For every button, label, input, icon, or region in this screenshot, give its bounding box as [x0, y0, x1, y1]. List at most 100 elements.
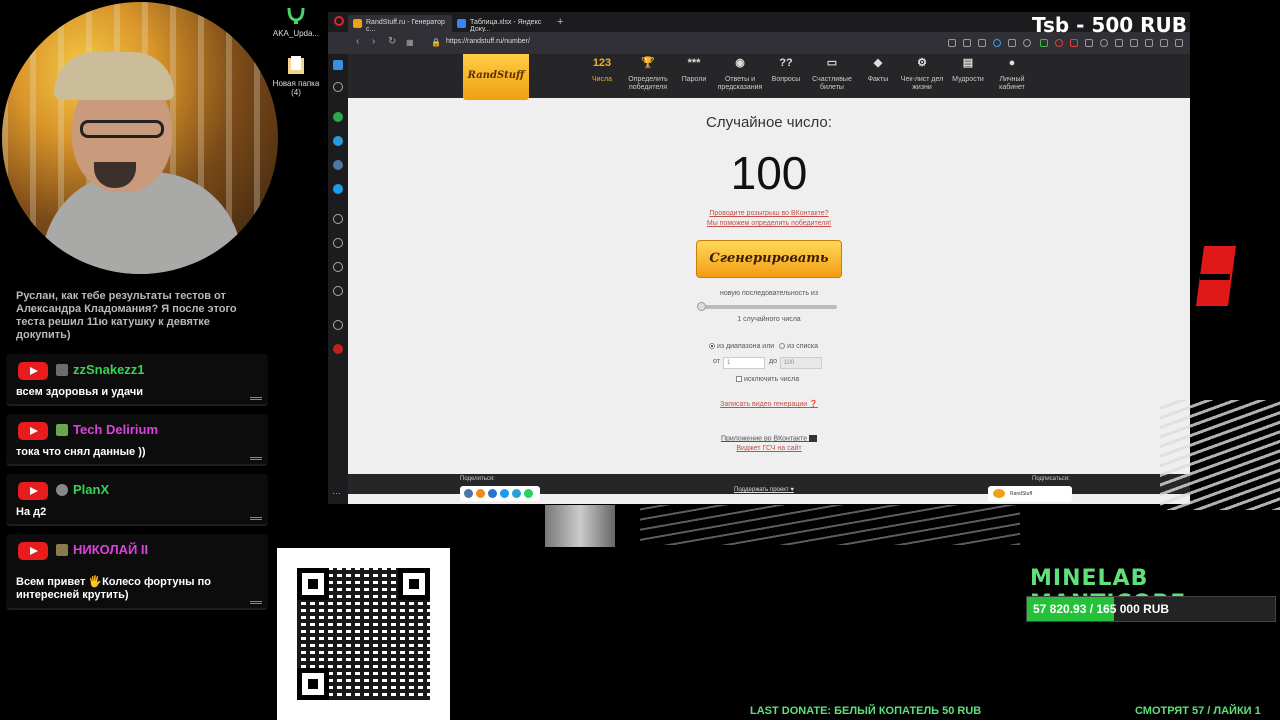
goal-text: 57 820.93 / 165 000 RUB: [1033, 602, 1170, 616]
extension-icon[interactable]: [1145, 39, 1153, 47]
radio-range[interactable]: [709, 343, 715, 350]
whatsapp-share-icon[interactable]: [524, 489, 533, 498]
extension-icon[interactable]: [1055, 39, 1063, 47]
count-slider[interactable]: [697, 302, 837, 311]
nav-tickets[interactable]: ▭ Счастливые билеты: [806, 58, 858, 92]
help-icon[interactable]: ❓: [809, 401, 818, 408]
home-icon[interactable]: [333, 60, 343, 70]
bookmark-icon[interactable]: [333, 82, 343, 92]
subscribe-button[interactable]: RandStuff: [988, 486, 1072, 502]
vk-icon: [809, 435, 818, 442]
telegram-icon[interactable]: [333, 136, 343, 146]
yandex-docs-favicon-icon: [457, 19, 466, 28]
menu-icon[interactable]: [1175, 39, 1183, 47]
youtube-icon: [18, 362, 48, 380]
nav-questions[interactable]: ?? Вопросы: [760, 58, 812, 84]
card-corner-icon: [250, 457, 262, 460]
nav-account[interactable]: ● Личный кабинет: [986, 58, 1038, 92]
nav-winner[interactable]: 🏆 Определить победителя: [622, 58, 674, 92]
extension-icon[interactable]: [1040, 39, 1048, 47]
desktop-icon-app[interactable]: AKA_Upda...: [271, 4, 321, 38]
qr-finder: [297, 668, 329, 700]
twitter-share-icon[interactable]: [500, 489, 509, 498]
opera-icon[interactable]: [333, 344, 343, 354]
chat-author: PlanX: [73, 482, 110, 497]
vpn-icon[interactable]: [993, 39, 1001, 47]
promo-link[interactable]: Проводите розыгрыш во ВКонтакте?: [348, 210, 1190, 217]
tab-table[interactable]: Таблица.xlsx - Яндекс Доку...: [452, 15, 554, 33]
desktop-icon-folder[interactable]: Новая папка (4): [271, 54, 321, 97]
nav-checklist[interactable]: ⚙ Чек-лист дел жизни: [896, 58, 948, 92]
extension-icon[interactable]: [1115, 39, 1123, 47]
extension-icon[interactable]: [1070, 39, 1078, 47]
youtube-icon: [18, 422, 48, 440]
share-label: Поделиться:: [460, 476, 495, 482]
decor-metal: [545, 505, 615, 547]
reload-icon[interactable]: ↻: [388, 36, 396, 47]
sequence-label: новую последовательность из: [719, 290, 819, 297]
nav-numbers[interactable]: 123 Числа: [576, 58, 628, 84]
record-icon[interactable]: [333, 214, 343, 224]
tabs-grid-icon[interactable]: ▦: [406, 38, 414, 47]
radio-list[interactable]: [779, 343, 786, 350]
youtube-icon: [18, 542, 48, 560]
widget-link[interactable]: Виджет ГСЧ на сайт: [348, 445, 1190, 452]
twitter-icon[interactable]: [333, 184, 343, 194]
heart-icon[interactable]: [1023, 39, 1031, 47]
ok-share-icon[interactable]: [476, 489, 485, 498]
chat-previous-message: Руслан, как тебе результаты тестов от Ал…: [16, 290, 237, 341]
nav-label: Чек-лист дел жизни: [900, 76, 944, 91]
send-icon[interactable]: [333, 238, 343, 248]
generate-button[interactable]: Сгенерировать: [696, 240, 842, 278]
price-tag: Tsb - 500 RUB: [1032, 13, 1188, 37]
toolbar-icon[interactable]: [1008, 39, 1016, 47]
nav-label: Личный кабинет: [999, 76, 1025, 91]
mail-share-icon[interactable]: [488, 489, 497, 498]
lightbulb-icon[interactable]: [333, 320, 343, 330]
whatsapp-icon[interactable]: [333, 112, 343, 122]
more-icon[interactable]: …: [332, 486, 342, 496]
nav-passwords[interactable]: *** Пароли: [668, 57, 720, 84]
tab-label: RandStuff.ru - Генератор с...: [366, 19, 445, 33]
support-link[interactable]: Поддержать проект ♥: [734, 487, 794, 493]
to-input[interactable]: 100: [780, 357, 822, 369]
random-number: 100: [730, 147, 808, 199]
new-tab-button[interactable]: +: [557, 16, 563, 28]
extension-icon[interactable]: [1085, 39, 1093, 47]
forward-icon[interactable]: ›: [372, 36, 375, 47]
slider-knob[interactable]: [697, 302, 706, 311]
back-icon[interactable]: ‹: [356, 36, 359, 47]
download-icon[interactable]: [1160, 39, 1168, 47]
record-video-link[interactable]: Записать видео генерации ❓: [348, 400, 1190, 408]
url-input[interactable]: https://randstuff.ru/number/: [446, 38, 530, 45]
randstuff-logo-icon: [993, 489, 1005, 498]
toolbar-icon[interactable]: [948, 39, 956, 47]
browser-window: RandStuff.ru - Генератор с... Таблица.xl…: [328, 12, 1190, 504]
heart-icon[interactable]: [333, 262, 343, 272]
from-input[interactable]: 1: [723, 357, 765, 369]
exclude-checkbox[interactable]: [736, 376, 742, 383]
site-logo[interactable]: RandStuff: [463, 54, 529, 100]
opera-logo-icon[interactable]: [334, 16, 344, 26]
toolbar-icon[interactable]: [978, 39, 986, 47]
to-label: до: [769, 358, 777, 365]
extension-icon[interactable]: [1130, 39, 1138, 47]
promo-link[interactable]: Мы поможем определить победителя!: [348, 220, 1190, 227]
vk-share-icon[interactable]: [464, 489, 473, 498]
chat-text: всем здоровья и удачи: [16, 386, 144, 398]
webcam-feed: [2, 2, 278, 274]
camera-icon[interactable]: [963, 39, 971, 47]
exclude-label: исключить числа: [744, 376, 800, 383]
password-icon: ***: [687, 57, 701, 69]
desktop-icon-label: AKA_Upda...: [272, 29, 320, 38]
vk-app-link[interactable]: Приложение во ВКонтакте: [348, 435, 1190, 442]
extension-icon[interactable]: [1100, 39, 1108, 47]
chat-author: zzSnakezz1: [73, 362, 145, 377]
nav-answers[interactable]: ◉ Ответы и предсказания: [714, 58, 766, 92]
vk-icon[interactable]: [333, 160, 343, 170]
page-content: RandStuff 123 Числа 🏆 Определить победит…: [348, 54, 1190, 504]
tab-randstuff[interactable]: RandStuff.ru - Генератор с...: [348, 15, 452, 33]
telegram-share-icon[interactable]: [512, 489, 521, 498]
chat-author: Tech Delirium: [73, 422, 159, 437]
history-icon[interactable]: [333, 286, 343, 296]
